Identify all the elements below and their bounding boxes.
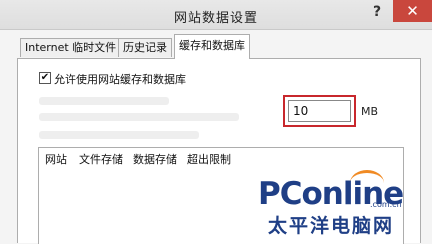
- blurred-text-line: [39, 131, 199, 139]
- column-header-over-limit[interactable]: 超出限制: [187, 151, 231, 167]
- blurred-text-line: [39, 97, 169, 105]
- column-header-site[interactable]: 网站: [45, 151, 67, 167]
- tab-bar: Internet 临时文件 历史记录 缓存和数据库: [0, 34, 432, 59]
- watermark-domain: .com.cn: [370, 200, 402, 209]
- column-header-data-storage[interactable]: 数据存储: [133, 151, 177, 167]
- pconline-watermark: PConline .com.cn 太平洋电脑网: [258, 170, 428, 240]
- size-limit-highlight: 10: [283, 95, 356, 127]
- allow-cache-checkbox[interactable]: ✔: [39, 72, 51, 84]
- size-unit-label: MB: [361, 105, 379, 118]
- close-icon: ✕: [406, 2, 419, 20]
- tab-cache-and-databases[interactable]: 缓存和数据库: [174, 34, 250, 59]
- column-header-file-storage[interactable]: 文件存储: [79, 151, 123, 167]
- size-limit-input[interactable]: 10: [288, 100, 351, 122]
- close-button[interactable]: ✕: [393, 0, 432, 22]
- blurred-text-line: [39, 113, 239, 121]
- tab-history[interactable]: 历史记录: [118, 38, 172, 57]
- allow-cache-label: 允许使用网站缓存和数据库: [54, 73, 186, 86]
- title-bar: 网站数据设置 ? ✕: [0, 0, 432, 30]
- help-button[interactable]: ?: [366, 2, 388, 22]
- watermark-chinese-name: 太平洋电脑网: [268, 215, 395, 237]
- tab-internet-temp-files[interactable]: Internet 临时文件: [20, 38, 122, 57]
